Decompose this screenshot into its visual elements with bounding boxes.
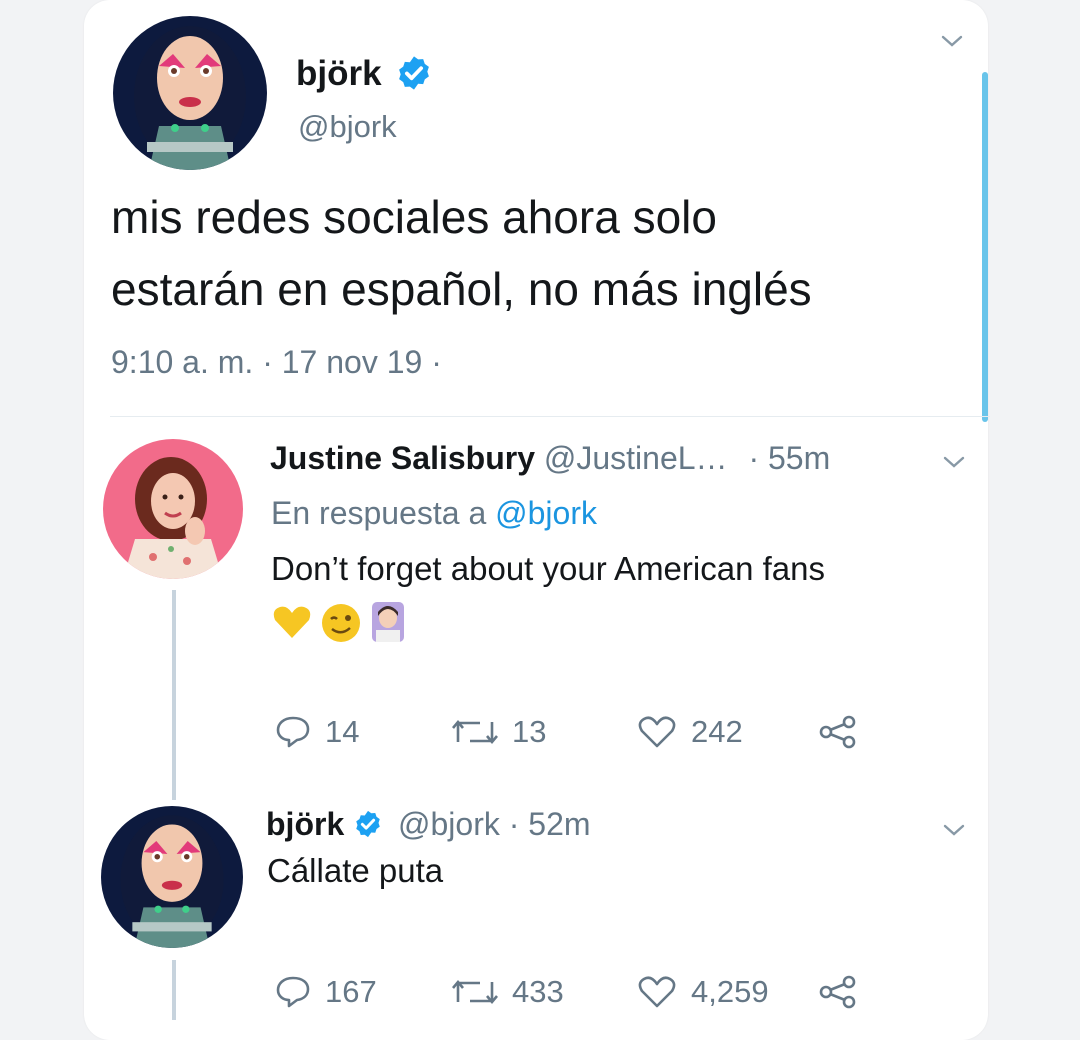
- main-tweet-text-line1: mis redes sociales ahora solo: [111, 191, 717, 243]
- reply2-header: björk @bjork · 52m: [266, 806, 591, 843]
- retweet-icon: [452, 719, 498, 745]
- reply1-header: Justine Salisbury @JustineL… · 55m: [270, 440, 830, 477]
- heart-icon: [638, 716, 676, 748]
- reply2-retweet-button[interactable]: 433: [452, 972, 564, 1012]
- thread-line: [172, 590, 176, 800]
- winking-face-icon: [322, 604, 360, 642]
- reply-to-handle-link[interactable]: @bjork: [495, 495, 597, 531]
- justine-avatar[interactable]: [103, 439, 243, 579]
- retweet-count: 433: [512, 974, 564, 1009]
- reply1-reply-button[interactable]: 14: [275, 712, 359, 752]
- yellow-heart-icon: [273, 606, 311, 638]
- like-count: 4,259: [691, 974, 769, 1009]
- verified-badge-icon: [399, 56, 430, 90]
- main-handle[interactable]: @bjork: [298, 109, 397, 145]
- main-display-name[interactable]: björk: [296, 54, 433, 94]
- reply2-like-button[interactable]: 4,259: [637, 972, 769, 1012]
- bjork-avatar[interactable]: [113, 16, 267, 170]
- verified-badge-icon: [356, 810, 380, 838]
- reply1-retweet-button[interactable]: 13: [452, 712, 546, 752]
- scrollbar[interactable]: [982, 72, 988, 422]
- chevron-down-icon[interactable]: [942, 454, 966, 470]
- reply2-time[interactable]: · 52m: [509, 806, 591, 842]
- reply2-text: Cállate puta: [267, 852, 444, 889]
- reply-to-prefix: En respuesta a: [271, 495, 487, 531]
- reply1-like-button[interactable]: 242: [637, 712, 743, 752]
- reply1-text: Don’t forget about your American fans: [271, 550, 825, 587]
- retweet-icon: [452, 979, 498, 1005]
- reply2-share-button[interactable]: [818, 972, 872, 1012]
- chevron-down-icon[interactable]: [942, 822, 966, 838]
- bjork-avatar[interactable]: [101, 806, 243, 948]
- reply-icon: [276, 976, 310, 1008]
- display-name-text: björk: [296, 54, 382, 93]
- reply-count: 167: [325, 974, 377, 1009]
- reply2-handle[interactable]: @bjork: [398, 806, 500, 842]
- reply1-reply-to: En respuesta a @bjork: [271, 495, 597, 532]
- like-count: 242: [691, 714, 743, 749]
- main-tweet-text-line2: estarán en español, no más inglés: [111, 263, 812, 315]
- share-icon: [819, 975, 856, 1009]
- retweet-count: 13: [512, 714, 547, 749]
- reply1-display-name[interactable]: Justine Salisbury: [270, 440, 535, 476]
- reply1-handle[interactable]: @JustineL…: [544, 440, 728, 476]
- share-icon: [819, 715, 856, 749]
- main-timestamp[interactable]: 9:10 a. m. · 17 nov 19 ·: [111, 344, 442, 381]
- reply-count: 14: [325, 714, 360, 749]
- woman-raising-hand-icon: [372, 602, 404, 642]
- chevron-down-icon[interactable]: [940, 33, 964, 49]
- reply2-reply-button[interactable]: 167: [275, 972, 377, 1012]
- reply-icon: [276, 716, 310, 748]
- divider: [110, 416, 990, 417]
- reply1-time[interactable]: · 55m: [748, 440, 830, 476]
- reply2-display-name[interactable]: björk: [266, 806, 344, 842]
- reply1-share-button[interactable]: [818, 712, 872, 752]
- thread-line: [172, 960, 176, 1020]
- heart-icon: [638, 976, 676, 1008]
